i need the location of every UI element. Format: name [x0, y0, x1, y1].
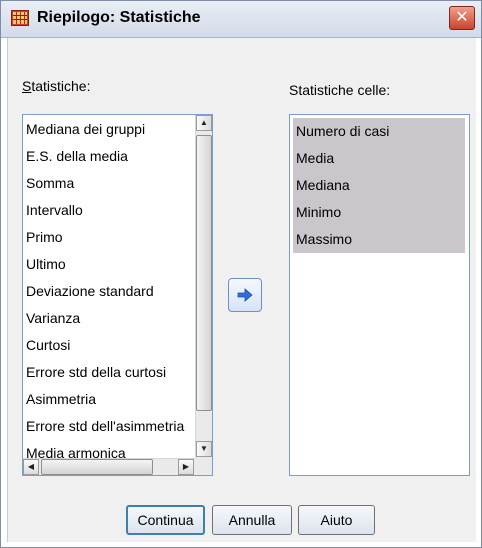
list-item[interactable]: Somma [26, 173, 74, 193]
dialog-body: Statistiche: Mediana dei gruppi E.S. del… [7, 38, 476, 542]
horizontal-scroll-thumb[interactable] [41, 459, 153, 475]
list-item[interactable]: Deviazione standard [26, 281, 154, 301]
scrollbar-corner [195, 458, 212, 475]
cell-statistics-listbox[interactable]: Numero di casi Media Mediana Minimo Mass… [289, 114, 470, 476]
continue-button[interactable]: Continua [126, 505, 205, 535]
list-item[interactable]: Massimo [293, 226, 465, 253]
statistics-label-mnemonic: S [22, 78, 32, 94]
scroll-up-icon[interactable]: ▲ [196, 115, 212, 131]
statistics-label-rest: tatistiche: [31, 78, 91, 94]
statistics-label: Statistiche: [22, 78, 90, 94]
cell-statistics-label: Statistiche celle: [289, 82, 391, 98]
close-button[interactable]: ✕ [449, 6, 475, 30]
list-item[interactable]: Varianza [26, 308, 80, 328]
window-title: Riepilogo: Statistiche [37, 9, 201, 26]
list-item[interactable]: Ultimo [26, 254, 66, 274]
list-item[interactable]: Errore std dell'asimmetria [26, 416, 184, 436]
list-item[interactable]: Mediana dei gruppi [26, 119, 145, 139]
horizontal-scrollbar[interactable]: ◀ ▶ [23, 458, 195, 475]
statistics-listbox[interactable]: Mediana dei gruppi E.S. della media Somm… [22, 114, 213, 476]
list-item[interactable]: Numero di casi [293, 118, 465, 145]
list-item[interactable]: Asimmetria [26, 389, 96, 409]
help-button[interactable]: Aiuto [298, 505, 375, 535]
list-item[interactable]: Curtosi [26, 335, 70, 355]
move-to-cell-statistics-button[interactable] [228, 278, 262, 312]
scroll-down-icon[interactable]: ▼ [196, 441, 212, 457]
scroll-right-icon[interactable]: ▶ [178, 459, 194, 475]
vertical-scroll-thumb[interactable] [196, 135, 212, 411]
scroll-left-icon[interactable]: ◀ [23, 459, 39, 475]
cancel-button[interactable]: Annulla [212, 505, 292, 535]
list-item[interactable]: Primo [26, 227, 63, 247]
title-bar[interactable]: Riepilogo: Statistiche ✕ [1, 1, 481, 38]
dialog-window: Riepilogo: Statistiche ✕ Statistiche: Me… [0, 0, 482, 548]
vertical-scrollbar[interactable]: ▲ ▼ [195, 115, 212, 458]
list-item[interactable]: Intervallo [26, 200, 83, 220]
list-item[interactable]: Minimo [293, 199, 465, 226]
list-item[interactable]: Mediana [293, 172, 465, 199]
spss-table-icon [11, 10, 29, 26]
list-item[interactable]: Media [293, 145, 465, 172]
list-item[interactable]: Errore std della curtosi [26, 362, 166, 382]
arrow-right-icon [237, 288, 253, 302]
list-item[interactable]: E.S. della media [26, 146, 128, 166]
